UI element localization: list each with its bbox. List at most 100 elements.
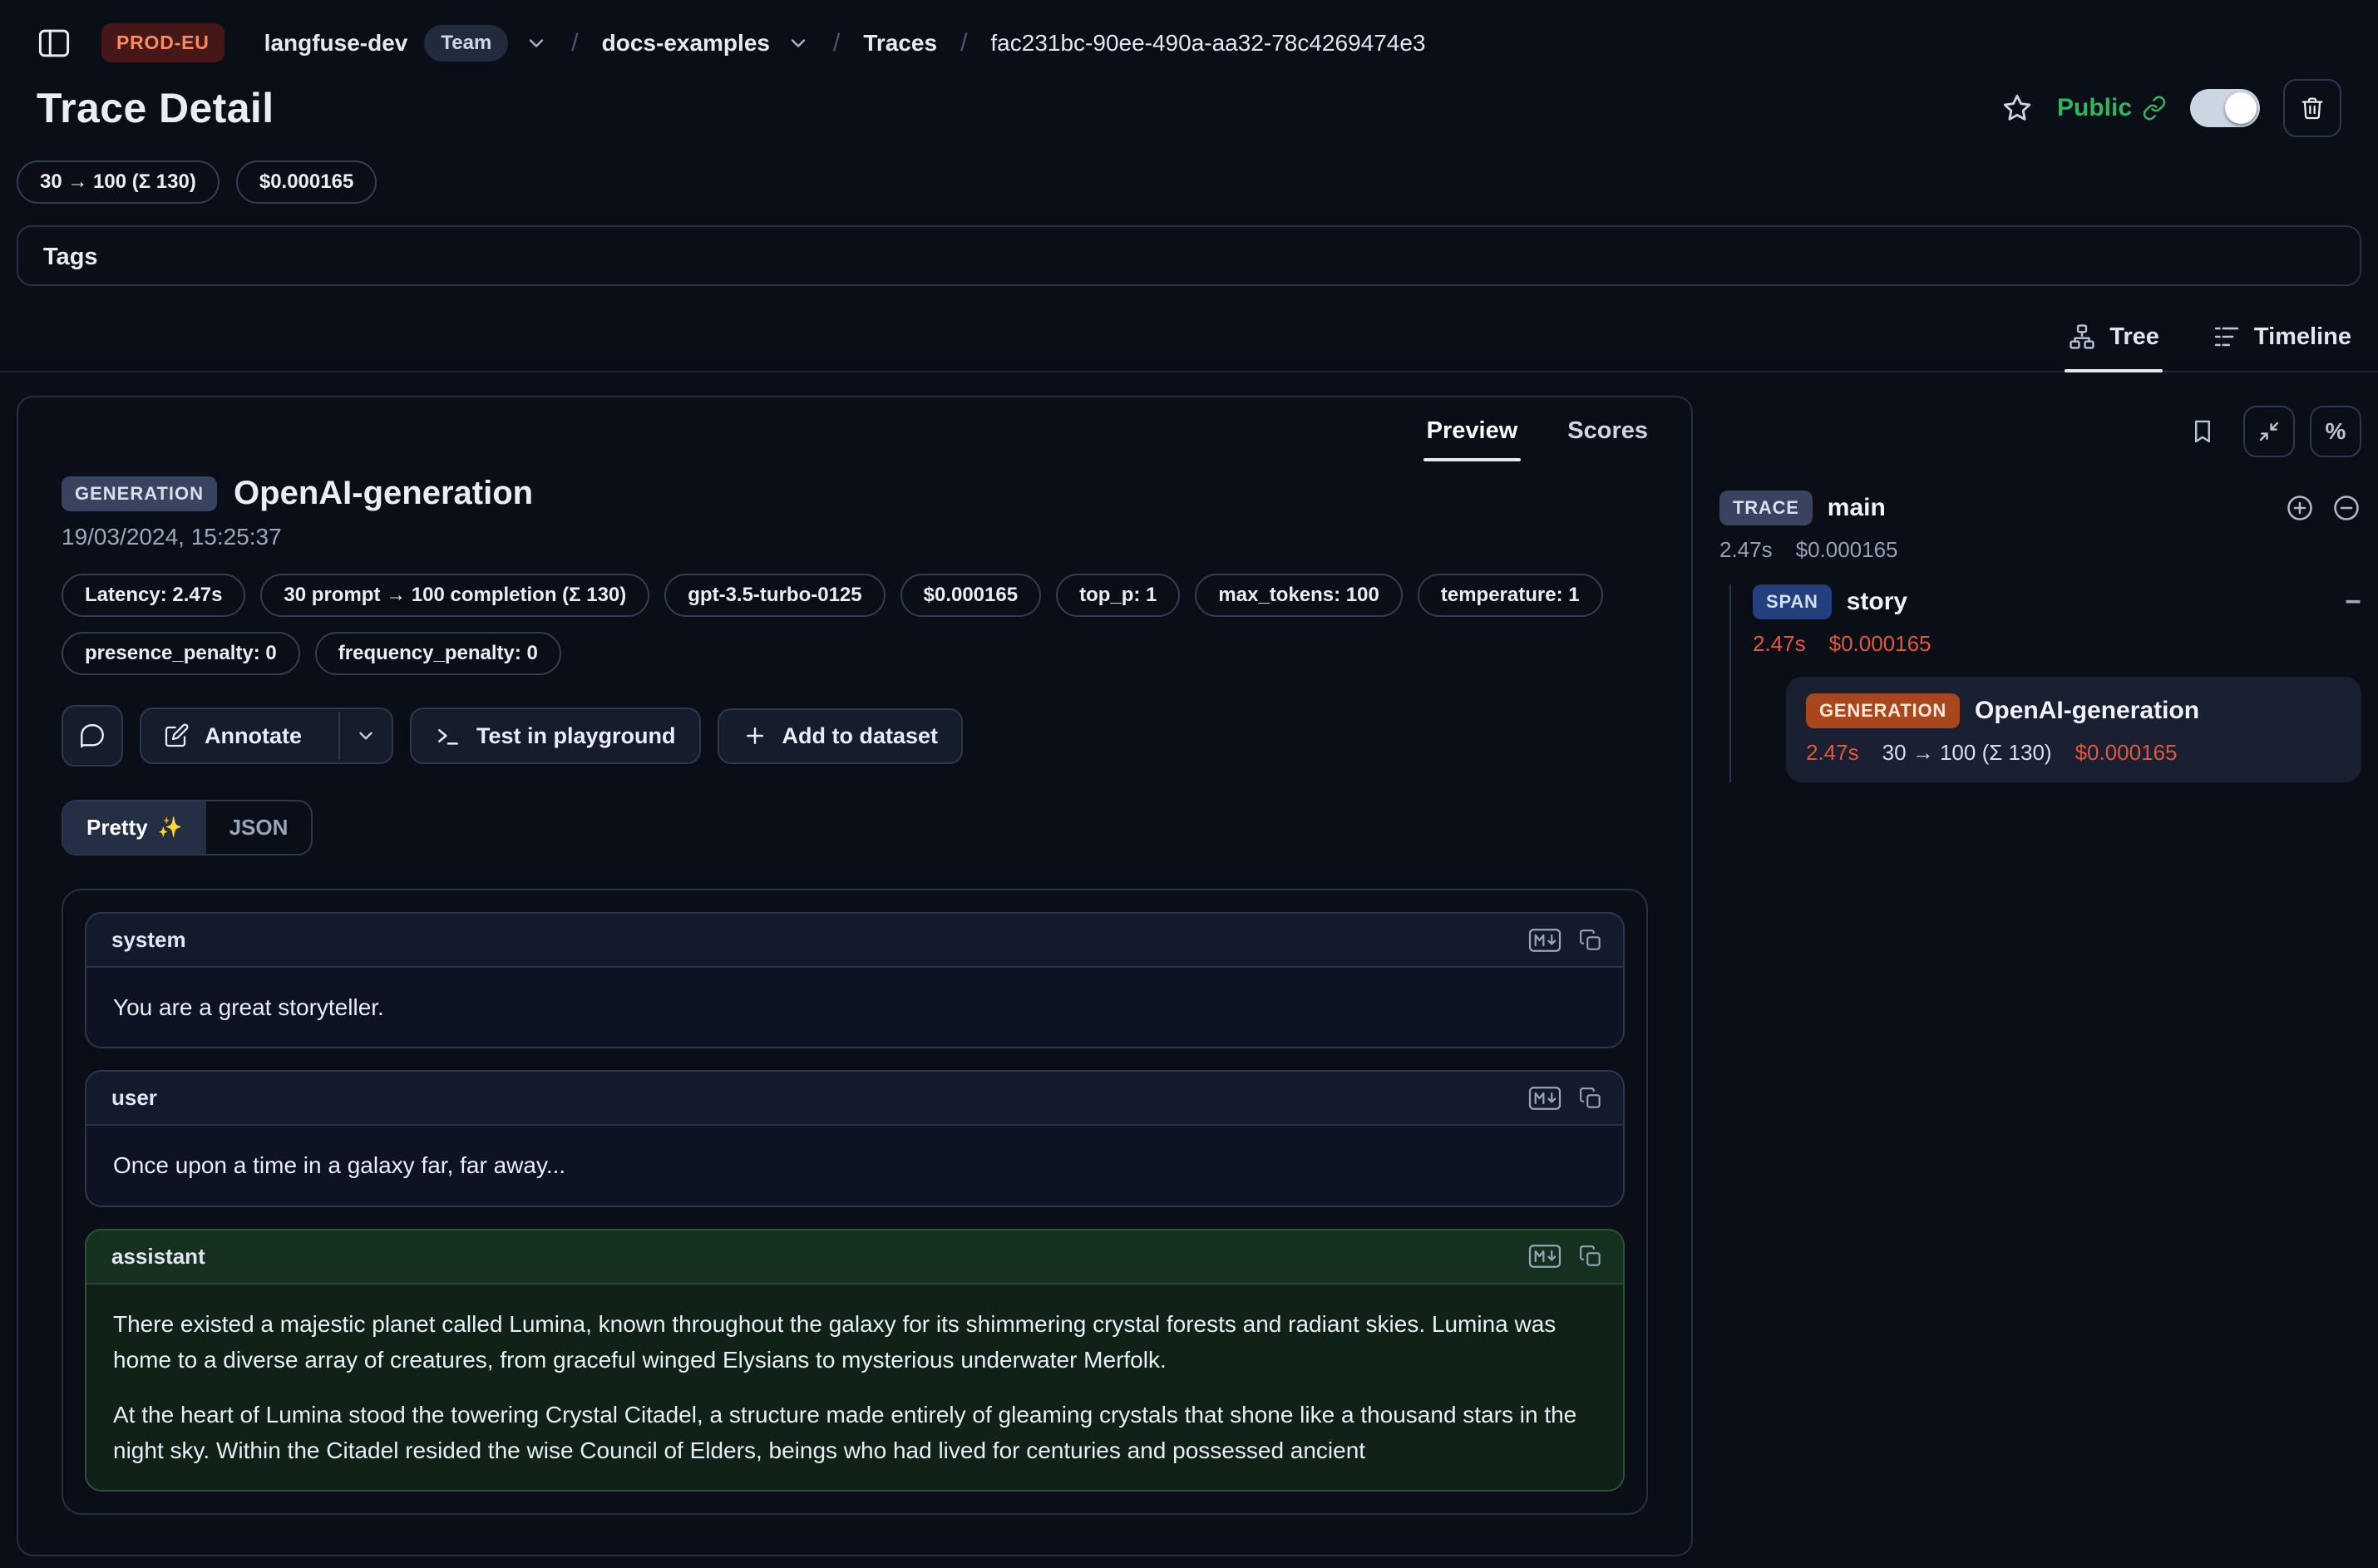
generation-latency: 2.47s — [1806, 740, 1859, 766]
observation-badges: Latency: 2.47s 30 prompt → 100 completio… — [62, 574, 1648, 675]
tab-tree[interactable]: Tree — [2065, 313, 2163, 371]
org-chevron-down-icon[interactable] — [525, 32, 548, 55]
message-role: assistant — [111, 1244, 205, 1270]
observation-panel: Preview Scores GENERATION OpenAI-generat… — [17, 396, 1693, 1556]
format-pretty-button[interactable]: Pretty ✨ — [63, 801, 206, 854]
message-header: system — [86, 914, 1623, 968]
view-tabs: Tree Timeline — [0, 286, 2378, 372]
top-p-badge: top_p: 1 — [1056, 574, 1180, 617]
actions-row: Annotate Test in playground — [62, 705, 1648, 767]
breadcrumb-traces[interactable]: Traces — [863, 30, 937, 57]
tree-node-trace[interactable]: TRACE main 2.47s $0.000165 — [1719, 491, 2361, 563]
token-badge: 30 prompt → 100 completion (Σ 130) — [260, 574, 649, 617]
presence-penalty-badge: presence_penalty: 0 — [62, 632, 300, 675]
public-link[interactable]: Public — [2057, 94, 2167, 122]
markdown-toggle-icon[interactable] — [1528, 928, 1561, 953]
annotate-button[interactable]: Annotate — [141, 709, 323, 762]
total-cost-badge: $0.000165 — [236, 160, 377, 204]
breadcrumb: PROD-EU langfuse-dev Team / docs-example… — [0, 0, 2378, 62]
public-toggle[interactable] — [2190, 89, 2260, 127]
max-tokens-badge: max_tokens: 100 — [1195, 574, 1402, 617]
temperature-badge: temperature: 1 — [1418, 574, 1603, 617]
messages-container: system You are a great storyteller. — [62, 889, 1648, 1515]
environment-badge: PROD-EU — [101, 23, 224, 62]
markdown-toggle-icon[interactable] — [1528, 1086, 1561, 1111]
breadcrumb-project[interactable]: docs-examples — [602, 30, 770, 57]
generation-metrics: 2.47s 30 → 100 (Σ 130) $0.000165 — [1806, 740, 2341, 766]
cost-badge: $0.000165 — [900, 574, 1041, 617]
copy-icon[interactable] — [1578, 928, 1603, 953]
tab-preview[interactable]: Preview — [1423, 417, 1522, 461]
plus-circle-icon[interactable] — [2285, 493, 2315, 523]
span-name: story — [1847, 588, 1907, 616]
timeline-icon — [2213, 323, 2241, 351]
comment-button[interactable] — [62, 705, 123, 767]
message-content: Once upon a time in a galaxy far, far aw… — [86, 1126, 1623, 1205]
page-title: Trace Detail — [37, 84, 274, 132]
annotate-split-button: Annotate — [140, 708, 393, 764]
trace-children: SPAN story − 2.47s $0.000165 GENERATION … — [1729, 584, 2361, 782]
tree-node-span[interactable]: SPAN story − 2.47s $0.000165 — [1753, 584, 2361, 657]
tab-timeline[interactable]: Timeline — [2209, 313, 2355, 371]
sidebar-toggle-icon[interactable] — [37, 26, 72, 61]
annotate-dropdown-button[interactable] — [338, 712, 392, 760]
toggle-thumb — [2225, 92, 2257, 124]
message-tools — [1528, 1086, 1603, 1111]
copy-icon[interactable] — [1578, 1086, 1603, 1111]
trace-name: main — [1828, 494, 1886, 522]
model-badge: gpt-3.5-turbo-0125 — [664, 574, 885, 617]
tree-node-generation-selected[interactable]: GENERATION OpenAI-generation 2.47s 30 → … — [1786, 677, 2361, 782]
trace-tree: % TRACE main — [1719, 396, 2361, 782]
span-row: SPAN story − — [1753, 584, 2361, 619]
format-toggle: Pretty ✨ JSON — [62, 800, 313, 855]
trace-metrics: 2.47s $0.000165 — [1719, 537, 2361, 563]
page-header: Trace Detail Public — [0, 62, 2378, 137]
org-type-badge[interactable]: Team — [424, 25, 508, 62]
message-header: user — [86, 1072, 1623, 1126]
breadcrumb-separator: / — [954, 29, 974, 57]
test-in-playground-button[interactable]: Test in playground — [410, 708, 701, 764]
collapse-node-icon[interactable]: − — [2345, 588, 2361, 616]
trace-summary: 30 → 100 (Σ 130) $0.000165 — [0, 137, 2378, 204]
message-paragraph: At the heart of Lumina stood the towerin… — [113, 1397, 1596, 1469]
add-to-dataset-button[interactable]: Add to dataset — [718, 708, 964, 764]
message-paragraph: You are a great storyteller. — [113, 989, 1596, 1025]
breadcrumb-trace-id: fac231bc-90ee-490a-aa32-78c4269474e3 — [990, 30, 1425, 57]
tree-toolbar: % — [1719, 396, 2361, 457]
frequency-penalty-badge: frequency_penalty: 0 — [315, 632, 561, 675]
star-icon[interactable] — [2001, 91, 2034, 125]
tab-timeline-label: Timeline — [2254, 323, 2351, 351]
delete-trace-button[interactable] — [2283, 79, 2341, 137]
message-role: system — [111, 927, 186, 953]
tags-section[interactable]: Tags — [17, 225, 2361, 286]
project-chevron-down-icon[interactable] — [787, 32, 810, 55]
message-content: You are a great storyteller. — [86, 968, 1623, 1047]
observation-timestamp: 19/03/2024, 15:25:37 — [62, 524, 1648, 550]
collapse-icon[interactable] — [2243, 406, 2295, 457]
span-metrics: 2.47s $0.000165 — [1753, 631, 2361, 657]
message-user: user Once upon a time in a galaxy far, f… — [85, 1070, 1625, 1206]
message-header: assistant — [86, 1230, 1623, 1284]
message-paragraph: There existed a majestic planet called L… — [113, 1306, 1596, 1378]
bookmark-icon[interactable] — [2177, 406, 2228, 457]
span-latency: 2.47s — [1753, 631, 1806, 657]
tab-scores[interactable]: Scores — [1564, 417, 1651, 461]
message-system: system You are a great storyteller. — [85, 912, 1625, 1048]
markdown-toggle-icon[interactable] — [1528, 1244, 1561, 1269]
pencil-square-icon — [163, 722, 190, 749]
tree-zoom-controls — [2285, 493, 2361, 523]
minus-circle-icon[interactable] — [2331, 493, 2361, 523]
copy-icon[interactable] — [1578, 1244, 1603, 1269]
span-cost: $0.000165 — [1829, 631, 1932, 657]
header-actions: Public — [2001, 79, 2341, 137]
message-paragraph: Once upon a time in a galaxy far, far aw… — [113, 1147, 1596, 1183]
sparkles-icon: ✨ — [158, 816, 183, 840]
test-in-playground-label: Test in playground — [476, 723, 676, 749]
percent-icon[interactable]: % — [2310, 406, 2361, 457]
format-json-button[interactable]: JSON — [206, 801, 312, 854]
org-type-label: Team — [441, 32, 491, 55]
observation-header: GENERATION OpenAI-generation — [62, 475, 1648, 512]
generation-tokens: 30 → 100 (Σ 130) — [1882, 740, 2052, 766]
breadcrumb-org[interactable]: langfuse-dev — [264, 30, 408, 57]
breadcrumb-separator: / — [826, 29, 846, 57]
